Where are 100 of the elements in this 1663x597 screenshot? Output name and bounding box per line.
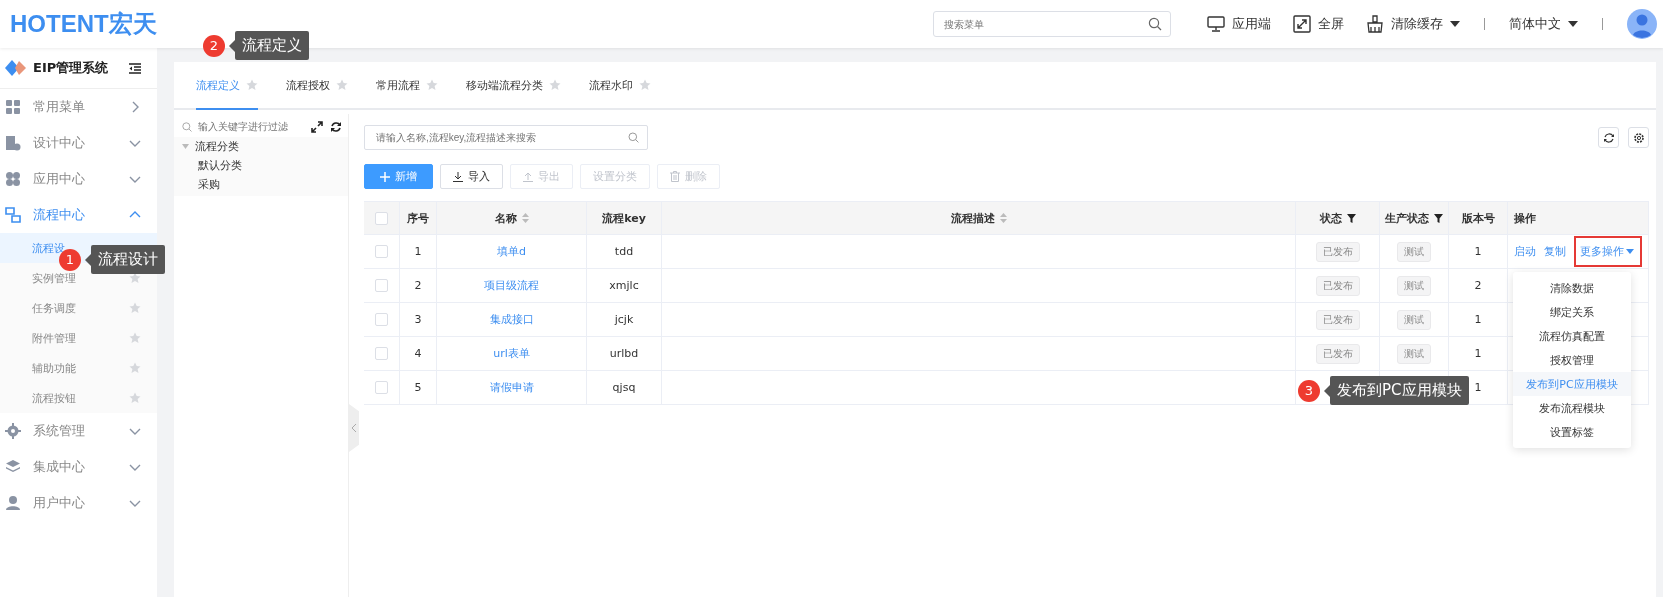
submenu-item[interactable]: 流程按钮	[0, 383, 157, 413]
filter-field[interactable]: 输入关键字进行过滤	[196, 120, 300, 133]
sidebar-item[interactable]: 系统管理	[0, 413, 157, 449]
more-actions-link[interactable]: 更多操作	[1574, 236, 1642, 267]
toolbar-button[interactable]: 导入	[440, 164, 503, 189]
star-icon[interactable]	[426, 79, 438, 91]
apps-icon	[5, 171, 21, 187]
star-icon[interactable]	[129, 332, 141, 344]
table-cell: 1	[1449, 235, 1508, 268]
star-icon[interactable]	[129, 362, 141, 374]
menu-item[interactable]: 流程仿真配置	[1513, 324, 1631, 348]
row-checkbox[interactable]	[375, 245, 388, 258]
star-icon[interactable]	[129, 272, 141, 284]
star-icon[interactable]	[549, 79, 561, 91]
sort-icon[interactable]	[521, 213, 529, 223]
table-cell: 1	[400, 235, 437, 268]
row-checkbox[interactable]	[375, 279, 388, 292]
column-header: 状态	[1296, 202, 1380, 234]
menu-icon[interactable]	[129, 62, 141, 74]
settings-button[interactable]	[1628, 127, 1649, 148]
sidebar-item[interactable]: 集成中心	[0, 449, 157, 485]
sidebar-item[interactable]: 用户中心	[0, 485, 157, 521]
submenu-item[interactable]: 辅助功能	[0, 353, 157, 383]
trash-icon	[670, 171, 680, 182]
toolbar-button[interactable]: 新增	[364, 164, 433, 189]
sidebar-item[interactable]: 常用菜单	[0, 89, 157, 125]
callout-tooltip: 流程设计	[85, 245, 165, 274]
tab[interactable]: 移动端流程分类	[466, 62, 561, 110]
sort-icon[interactable]	[999, 213, 1007, 223]
process-name-link[interactable]: 请假申请	[489, 380, 534, 395]
row-checkbox[interactable]	[375, 347, 388, 360]
caret-icon	[182, 144, 189, 149]
avatar-icon[interactable]	[1627, 9, 1657, 39]
action-link[interactable]: 启动	[1514, 244, 1536, 259]
table-cell: 1	[1449, 303, 1508, 336]
table-cell: 2	[1449, 269, 1508, 302]
collapse-handle[interactable]	[349, 404, 359, 452]
refresh-icon[interactable]	[330, 120, 342, 133]
submenu-item[interactable]: 附件管理	[0, 323, 157, 353]
column-header: 版本号	[1449, 202, 1508, 234]
row-checkbox[interactable]	[375, 313, 388, 326]
tab[interactable]: 常用流程	[376, 62, 438, 110]
status-tag: 测试	[1397, 309, 1431, 330]
star-icon[interactable]	[639, 79, 651, 91]
caret-icon	[1626, 249, 1634, 254]
table-cell: 5	[400, 371, 437, 404]
document-icon	[5, 135, 21, 151]
refresh-button[interactable]	[1598, 127, 1619, 148]
process-name-link[interactable]: 填单d	[497, 244, 526, 259]
status-tag: 已发布	[1315, 275, 1360, 296]
status-tag: 测试	[1397, 241, 1431, 262]
row-checkbox[interactable]	[375, 381, 388, 394]
select-all-checkbox[interactable]	[375, 211, 388, 225]
search-field[interactable]: 搜索菜单	[933, 11, 1171, 37]
header-action[interactable]: 清除缓存	[1366, 15, 1460, 33]
tab[interactable]: 流程定义	[196, 62, 258, 110]
filter-icon[interactable]	[1434, 213, 1443, 223]
header-action[interactable]: 全屏	[1293, 15, 1344, 33]
process-name-link[interactable]: 项目级流程	[484, 278, 539, 293]
action-link[interactable]: 复制	[1544, 244, 1566, 259]
menu-item[interactable]: 发布到PC应用模块	[1513, 372, 1631, 396]
column-header: 序号	[400, 202, 437, 234]
menu-item[interactable]: 发布流程模块	[1513, 396, 1631, 420]
tab[interactable]: 流程授权	[286, 62, 348, 110]
menu-item[interactable]: 授权管理	[1513, 348, 1631, 372]
process-name-link[interactable]: url表单	[493, 346, 530, 361]
monitor-icon	[1207, 16, 1225, 32]
status-tag: 已发布	[1315, 309, 1360, 330]
callout-pointer	[229, 39, 235, 52]
status-tag: 已发布	[1315, 343, 1360, 364]
status-tag: 已发布	[1315, 241, 1360, 262]
star-icon[interactable]	[336, 79, 348, 91]
sidebar-item[interactable]: 设计中心	[0, 125, 157, 161]
callout-tooltip: 发布到PC应用模块	[1324, 376, 1469, 405]
sidebar-item[interactable]: 应用中心	[0, 161, 157, 197]
filter-icon[interactable]	[1346, 213, 1356, 223]
tree-node[interactable]: 默认分类	[174, 156, 348, 175]
sidebar-item[interactable]: 流程中心	[0, 197, 157, 233]
tree-node[interactable]: 采购	[174, 175, 348, 194]
column-header: 流程描述	[662, 202, 1296, 234]
header-action[interactable]: 简体中文	[1509, 15, 1578, 33]
search-icon	[1148, 17, 1162, 31]
table-cell: qjsq	[587, 371, 662, 404]
menu-item[interactable]: 设置标签	[1513, 420, 1631, 444]
menu-item[interactable]: 清除数据	[1513, 276, 1631, 300]
star-icon[interactable]	[129, 302, 141, 314]
tree-node[interactable]: 流程分类	[174, 137, 348, 156]
star-icon[interactable]	[129, 392, 141, 404]
diamond-logo-icon	[5, 60, 27, 76]
search-field[interactable]: 请输入名称,流程key,流程描述来搜索	[364, 125, 648, 150]
menu-item[interactable]: 绑定关系	[1513, 300, 1631, 324]
table-cell: urlbd	[587, 337, 662, 370]
submenu-item[interactable]: 任务调度	[0, 293, 157, 323]
star-icon[interactable]	[246, 79, 258, 91]
caret-icon	[1450, 21, 1460, 27]
tab[interactable]: 流程水印	[589, 62, 651, 110]
expand-icon[interactable]	[311, 120, 323, 133]
refresh-icon	[1602, 131, 1615, 144]
header-action[interactable]: 应用端	[1207, 15, 1271, 33]
process-name-link[interactable]: 集成接口	[489, 312, 534, 327]
